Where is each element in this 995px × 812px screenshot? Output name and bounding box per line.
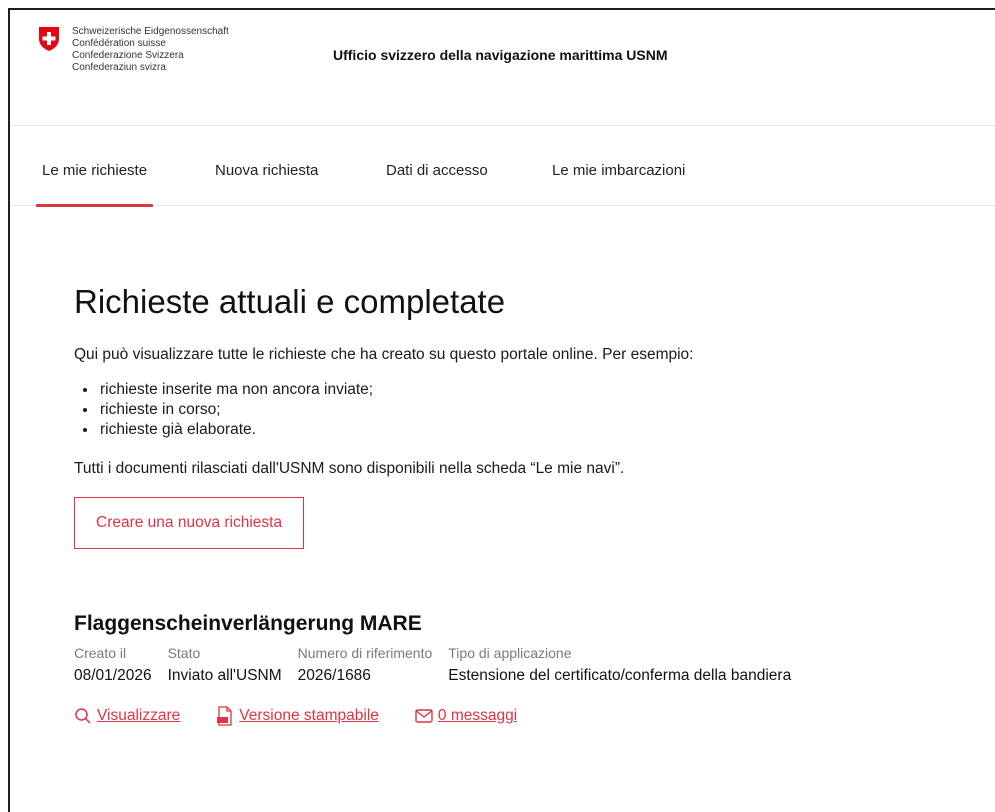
application-type-column: Tipo di applicazione Estensione del cert… (448, 643, 791, 687)
search-icon (75, 708, 91, 724)
intro-text: Qui può visualizzare tutte le richieste … (74, 346, 694, 363)
header: Schweizerische Eidgenossenschaft Confédé… (10, 10, 995, 126)
confederation-name: Schweizerische Eidgenossenschaft Confédé… (72, 26, 229, 74)
request-types-list: richieste inserite ma non ancora inviate… (98, 380, 974, 440)
reference-column: Numero di riferimento 2026/1686 (298, 643, 433, 687)
reference-value: 2026/1686 (297, 667, 371, 684)
request-meta: Creato il 08/01/2026 Stato Inviato all'U… (74, 643, 974, 687)
envelope-icon (415, 709, 433, 723)
swiss-shield-icon (39, 27, 59, 51)
printable-version-label: Versione stampabile (239, 707, 379, 724)
view-link[interactable]: Visualizzare (74, 706, 180, 726)
application-type-label: Tipo di applicazione (448, 645, 572, 661)
confederation-line-it: Confederazione Svizzera (72, 50, 184, 61)
status-column: Stato Inviato all'USNM (168, 643, 282, 687)
documents-note: Tutti i documenti rilasciati dall'USNM s… (74, 460, 625, 477)
tab-dati-di-accesso[interactable]: Dati di accesso (386, 162, 488, 179)
created-value: 08/01/2026 (74, 667, 152, 684)
pdf-file-icon (217, 706, 232, 726)
confederation-line-fr: Confédération suisse (72, 38, 166, 49)
tab-le-mie-richieste[interactable]: Le mie richieste (35, 162, 154, 207)
tab-nuova-richiesta[interactable]: Nuova richiesta (215, 162, 318, 179)
confederation-line-rm: Confederaziun svizra (72, 62, 166, 73)
create-request-button[interactable]: Creare una nuova richiesta (74, 497, 305, 549)
list-item: richieste inserite ma non ancora inviate… (98, 380, 974, 400)
list-item: richieste in corso; (98, 400, 974, 420)
printable-version-link[interactable]: Versione stampabile (216, 706, 379, 726)
view-link-label: Visualizzare (97, 707, 181, 724)
application-type-value: Estensione del certificato/conferma dell… (448, 667, 792, 684)
confederation-logo[interactable]: Schweizerische Eidgenossenschaft Confédé… (38, 26, 229, 74)
messages-link[interactable]: 0 messaggi (415, 706, 517, 726)
tab-le-mie-imbarcazioni[interactable]: Le mie imbarcazioni (552, 162, 685, 179)
created-label: Creato il (74, 645, 127, 661)
page-title: Richieste attuali e completate (74, 283, 506, 320)
created-column: Creato il 08/01/2026 (74, 643, 152, 687)
status-value: Inviato all'USNM (167, 667, 282, 684)
list-item: richieste già elaborate. (98, 420, 974, 440)
request-title: Flaggenscheinverlängerung MARE (74, 612, 422, 635)
main-nav: Le mie richieste Nuova richiesta Dati di… (10, 126, 995, 207)
office-title: Ufficio svizzero della navigazione marit… (333, 47, 668, 63)
main-content: Richieste attuali e completate Qui può v… (74, 282, 974, 726)
request-actions: Visualizzare Versione stampabile 0 messa… (74, 706, 974, 726)
confederation-line-de: Schweizerische Eidgenossenschaft (72, 26, 229, 37)
status-label: Stato (167, 645, 201, 661)
reference-label: Numero di riferimento (297, 645, 433, 661)
messages-label: 0 messaggi (437, 707, 518, 724)
